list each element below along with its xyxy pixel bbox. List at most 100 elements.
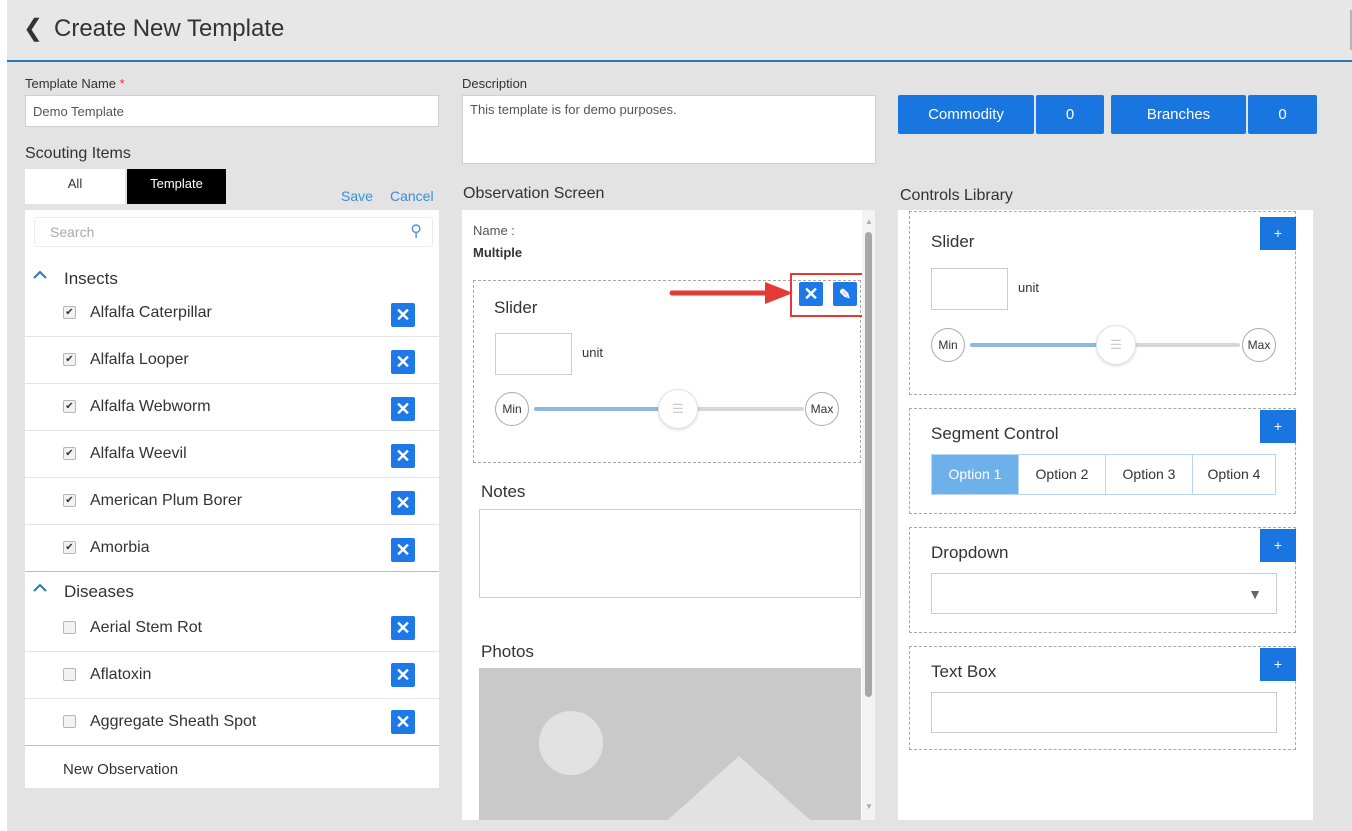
list-item[interactable]: Aerial Stem Rot ✕ <box>25 605 439 652</box>
scrollbar[interactable]: ▲ ▼ <box>862 210 875 820</box>
notes-textarea[interactable] <box>479 509 861 598</box>
branches-count[interactable]: 0 <box>1248 95 1317 134</box>
slider-thumb[interactable]: ☰ <box>658 389 698 429</box>
library-slider-value-input[interactable] <box>931 268 1008 310</box>
list-item-label: Aerial Stem Rot <box>90 619 203 636</box>
save-link[interactable]: Save <box>341 188 373 204</box>
controls-library-title: Controls Library <box>900 187 1013 204</box>
search-input[interactable]: Search ⚲ <box>34 217 433 247</box>
list-item[interactable]: ✔ Alfalfa Caterpillar ✕ <box>25 290 439 337</box>
checkbox[interactable]: ✔ <box>63 306 76 319</box>
slider-value-input[interactable] <box>495 333 572 375</box>
scrollbar-thumb[interactable] <box>865 232 872 697</box>
slider-unit-label: unit <box>582 345 603 360</box>
checkbox[interactable]: ✔ <box>63 400 76 413</box>
add-slider-button[interactable]: + <box>1260 217 1296 250</box>
branches-button[interactable]: Branches <box>1111 95 1246 134</box>
remove-item-button[interactable]: ✕ <box>391 710 415 734</box>
add-textbox-button[interactable]: + <box>1260 648 1296 681</box>
list-item[interactable]: ✔ American Plum Borer ✕ <box>25 478 439 525</box>
list-item[interactable]: ✔ Alfalfa Weevil ✕ <box>25 431 439 478</box>
checkbox[interactable]: ✔ <box>63 494 76 507</box>
new-observation-link[interactable]: New Observation <box>63 761 178 778</box>
photos-label: Photos <box>481 642 534 661</box>
notes-label: Notes <box>481 482 526 501</box>
checkbox[interactable]: ✔ <box>63 353 76 366</box>
library-segment-card[interactable]: Segment Control + Option 1 Option 2 Opti… <box>909 408 1296 514</box>
edit-control-button[interactable]: ✎ <box>833 282 857 306</box>
chevron-down-icon: ▼ <box>1248 586 1262 602</box>
list-item-label: American Plum Borer <box>90 492 243 509</box>
remove-item-button[interactable]: ✕ <box>391 491 415 515</box>
segment-option-2[interactable]: Option 2 <box>1018 454 1106 495</box>
slider-track[interactable] <box>694 407 804 411</box>
add-segment-button[interactable]: + <box>1260 410 1296 443</box>
segment-option-1[interactable]: Option 1 <box>931 454 1019 495</box>
library-textbox-card[interactable]: Text Box + <box>909 646 1296 750</box>
segment-option-4[interactable]: Option 4 <box>1192 454 1276 495</box>
tab-all[interactable]: All <box>25 169 125 204</box>
commodity-count[interactable]: 0 <box>1036 95 1104 134</box>
header-bar: ❮ Create New Template <box>7 0 1352 62</box>
list-item[interactable]: ✔ Alfalfa Webworm ✕ <box>25 384 439 431</box>
cancel-link[interactable]: Cancel <box>390 188 434 204</box>
description-textarea[interactable]: This template is for demo purposes. <box>462 95 876 164</box>
scroll-down-icon[interactable]: ▼ <box>865 802 873 811</box>
search-placeholder: Search <box>50 224 95 240</box>
name-value: Multiple <box>473 245 523 260</box>
library-slider-thumb[interactable]: ☰ <box>1096 325 1136 365</box>
chevron-up-icon <box>33 270 47 279</box>
list-item-label: Alfalfa Weevil <box>90 445 187 462</box>
group-header-diseases[interactable]: Diseases <box>25 573 439 609</box>
list-item-label: Alfalfa Caterpillar <box>90 304 212 321</box>
remove-item-button[interactable]: ✕ <box>391 663 415 687</box>
list-item[interactable]: Aflatoxin ✕ <box>25 652 439 699</box>
list-item[interactable]: Aggregate Sheath Spot ✕ <box>25 699 439 746</box>
name-label: Name : <box>473 223 515 238</box>
checkbox[interactable]: ✔ <box>63 541 76 554</box>
remove-control-button[interactable]: ✕ <box>799 282 823 306</box>
list-item-label: Amorbia <box>90 539 150 556</box>
required-mark: * <box>119 76 125 91</box>
text-box-input[interactable] <box>931 692 1277 733</box>
library-slider-track[interactable] <box>1130 343 1240 347</box>
commodity-button[interactable]: Commodity <box>898 95 1034 134</box>
remove-item-button[interactable]: ✕ <box>391 616 415 640</box>
checkbox[interactable]: ✔ <box>63 447 76 460</box>
template-name-label: Template Name * <box>25 76 125 91</box>
list-item[interactable]: ✔ Alfalfa Looper ✕ <box>25 337 439 384</box>
chevron-up-icon <box>33 583 47 592</box>
remove-item-button[interactable]: ✕ <box>391 303 415 327</box>
checkbox[interactable] <box>63 715 76 728</box>
library-segment-title: Segment Control <box>931 424 1059 443</box>
scroll-up-icon[interactable]: ▲ <box>865 217 873 226</box>
remove-item-button[interactable]: ✕ <box>391 350 415 374</box>
controls-library-panel: Slider + unit Min Max ☰ Segment Control … <box>898 210 1313 820</box>
dropdown-select[interactable]: ▼ <box>931 573 1277 614</box>
library-dropdown-card[interactable]: Dropdown + ▼ <box>909 527 1296 633</box>
library-slider-card[interactable]: Slider + unit Min Max ☰ <box>909 211 1296 395</box>
scouting-list-panel: Search ⚲ Insects ✔ Alfalfa Caterpillar ✕… <box>25 210 439 788</box>
description-label: Description <box>462 76 528 91</box>
library-textbox-title: Text Box <box>931 662 997 681</box>
group-name: Diseases <box>64 582 134 601</box>
list-item[interactable]: ✔ Amorbia ✕ <box>25 525 439 572</box>
checkbox[interactable] <box>63 621 76 634</box>
chevron-left-icon[interactable]: ❮ <box>23 14 43 43</box>
remove-item-button[interactable]: ✕ <box>391 397 415 421</box>
add-dropdown-button[interactable]: + <box>1260 529 1296 562</box>
remove-item-button[interactable]: ✕ <box>391 444 415 468</box>
tab-template[interactable]: Template <box>127 169 226 204</box>
app-window: ❮ Create New Template Template Name * De… <box>7 0 1352 831</box>
library-slider-max-label: Max <box>1242 328 1276 362</box>
remove-item-button[interactable]: ✕ <box>391 538 415 562</box>
list-item-label: Aggregate Sheath Spot <box>90 713 257 730</box>
checkbox[interactable] <box>63 668 76 681</box>
segment-option-3[interactable]: Option 3 <box>1105 454 1193 495</box>
template-name-input[interactable] <box>25 95 439 127</box>
library-dropdown-title: Dropdown <box>931 543 1009 562</box>
library-slider-title: Slider <box>931 232 975 251</box>
image-placeholder-icon[interactable] <box>479 668 861 820</box>
search-icon[interactable]: ⚲ <box>410 221 422 241</box>
arrow-right-icon <box>669 282 793 304</box>
